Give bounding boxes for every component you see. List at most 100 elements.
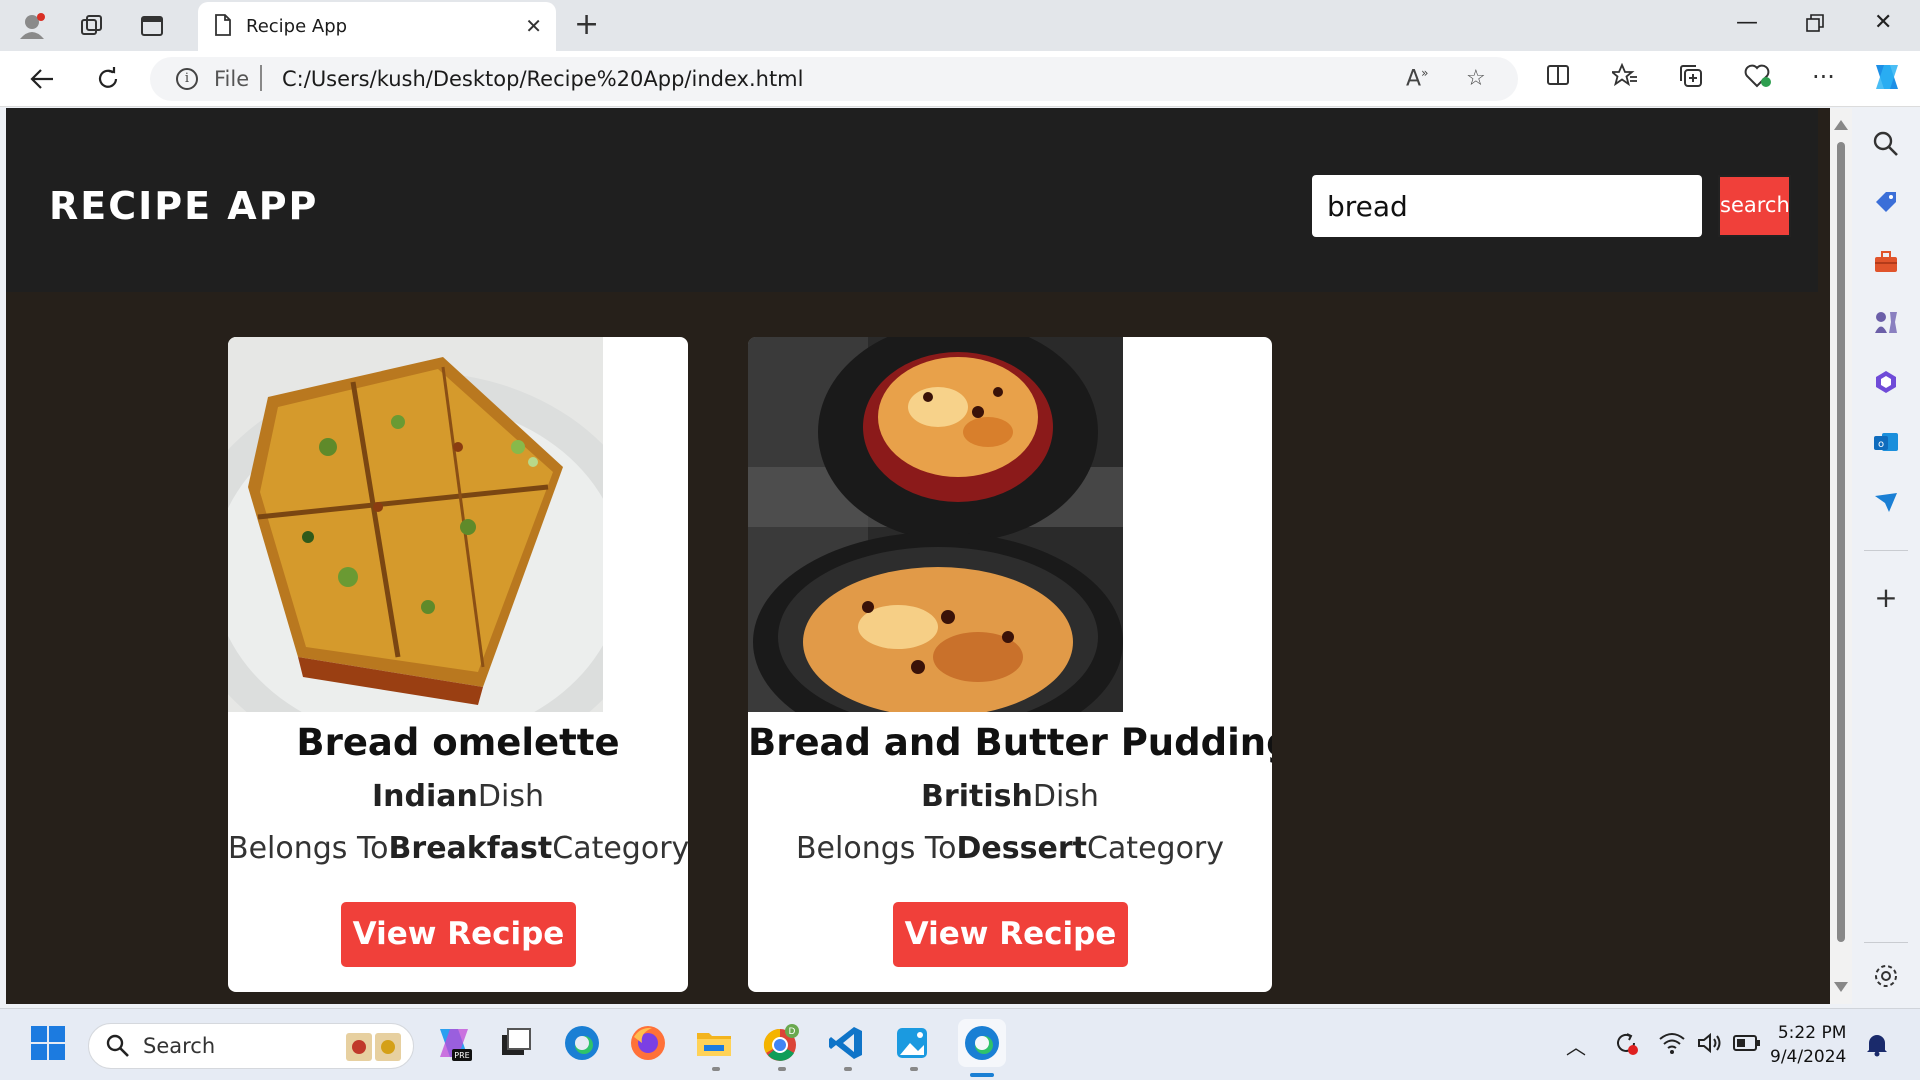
url-scheme-label: File [214, 67, 250, 91]
search-icon[interactable] [1872, 130, 1900, 158]
recipe-area-value: Indian [372, 779, 478, 814]
recipe-category-suffix: Category [1086, 831, 1225, 866]
taskbar: Search PRE D ︿ 5:22 PM 9/4/2024 [0, 1008, 1920, 1080]
scroll-down-arrow-icon[interactable] [1834, 982, 1848, 992]
collections-icon[interactable] [1678, 63, 1704, 95]
recipe-category-suffix: Category [552, 831, 688, 866]
favorites-icon[interactable] [1609, 62, 1638, 93]
edge-active-icon[interactable] [958, 1019, 1006, 1067]
edge-icon[interactable] [562, 1023, 602, 1063]
tab-title: Recipe App [246, 16, 348, 37]
settings-gear-icon[interactable] [1872, 962, 1900, 990]
sync-status-icon[interactable] [1612, 1029, 1640, 1061]
tools-icon[interactable] [1872, 248, 1900, 276]
recipe-area-value: British [921, 779, 1033, 814]
tab-recipe-app[interactable]: Recipe App ✕ [198, 2, 556, 51]
sidebar-divider [1864, 550, 1908, 551]
copilot-icon[interactable] [1870, 61, 1904, 99]
clock-date: 9/4/2024 [1770, 1047, 1847, 1067]
running-indicator [712, 1067, 720, 1071]
tab-strip: Recipe App ✕ + — ✕ [0, 0, 1920, 51]
search-highlight-icon [345, 1031, 403, 1067]
app-title: RECIPE APP [49, 184, 319, 228]
search-input[interactable] [1312, 175, 1702, 237]
recipe-area-suffix: Dish [477, 779, 544, 814]
photos-icon[interactable] [892, 1023, 932, 1063]
recipe-image-bread-and-butter-pudding [748, 337, 1123, 712]
svg-text:D: D [789, 1027, 796, 1037]
copilot-preview-icon[interactable]: PRE [434, 1023, 474, 1063]
tab-actions-icon[interactable] [134, 8, 170, 44]
recipe-area: BritishDish [748, 779, 1272, 814]
split-screen-icon[interactable] [1546, 63, 1570, 93]
recipe-category: Belongs ToDessertCategory [748, 831, 1272, 866]
workspaces-icon[interactable] [74, 8, 110, 44]
outlook-icon[interactable]: o [1872, 428, 1900, 456]
scroll-up-arrow-icon[interactable] [1834, 120, 1848, 130]
read-aloud-icon[interactable]: A» [1406, 66, 1428, 91]
site-info-icon[interactable]: i [176, 68, 198, 90]
address-bar[interactable]: i File C:/Users/kush/Desktop/Recipe%20Ap… [150, 57, 1518, 101]
windows-start-icon[interactable] [28, 1023, 68, 1063]
recipe-category-value: Breakfast [388, 831, 553, 866]
recipe-card: Bread omelette IndianDish Belongs ToBrea… [228, 337, 688, 992]
recipe-category-value: Dessert [956, 831, 1087, 866]
taskbar-search-placeholder: Search [143, 1034, 216, 1058]
edge-sidebar: o + [1852, 108, 1920, 1004]
more-options-icon[interactable]: ··· [1812, 63, 1835, 91]
close-tab-icon[interactable]: ✕ [525, 14, 542, 38]
battery-icon[interactable] [1732, 1033, 1762, 1057]
clock-time: 5:22 PM [1777, 1023, 1847, 1043]
recipe-name: Bread and Butter Pudding [748, 721, 1272, 764]
url-text[interactable]: C:/Users/kush/Desktop/Recipe%20App/index… [282, 67, 803, 91]
page-viewport: RECIPE APP search Bread ome [6, 108, 1830, 1004]
search-button[interactable]: search [1718, 175, 1791, 237]
view-recipe-button[interactable]: View Recipe [341, 902, 576, 967]
microsoft-365-icon[interactable] [1872, 368, 1900, 396]
recipe-category-prefix: Belongs To [228, 831, 389, 866]
chevron-up-icon[interactable]: ︿ [1566, 1031, 1586, 1060]
recipe-name: Bread omelette [296, 721, 620, 764]
system-clock[interactable]: 5:22 PM 9/4/2024 [1770, 1021, 1846, 1069]
vscode-icon[interactable] [826, 1023, 866, 1063]
file-viewer-icon[interactable] [496, 1023, 536, 1063]
scrollbar-thumb[interactable] [1837, 142, 1845, 942]
back-icon[interactable] [24, 61, 60, 97]
active-app-indicator [970, 1073, 994, 1077]
profile-icon[interactable] [14, 8, 50, 44]
recipe-area-suffix: Dish [1032, 779, 1099, 814]
page-scrollbar[interactable] [1830, 108, 1852, 1004]
shopping-tag-icon[interactable] [1872, 188, 1900, 216]
close-window-icon[interactable]: ✕ [1874, 10, 1892, 35]
recipe-category: Belongs ToBreakfastCategory [228, 831, 688, 866]
app-header: RECIPE APP search [6, 108, 1818, 292]
recipe-card: Bread and Butter Pudding BritishDish Bel… [748, 337, 1272, 992]
recipe-area: IndianDish [228, 779, 688, 814]
running-indicator [910, 1067, 918, 1071]
add-icon[interactable]: + [1872, 584, 1900, 612]
taskbar-search[interactable]: Search [88, 1023, 414, 1069]
running-indicator [844, 1067, 852, 1071]
new-tab-icon[interactable]: + [574, 8, 599, 42]
svg-text:o: o [1878, 439, 1884, 450]
svg-text:PRE: PRE [454, 1051, 469, 1060]
recipe-category-prefix: Belongs To [795, 831, 957, 866]
notification-bell-icon[interactable] [1864, 1031, 1890, 1061]
chrome-icon[interactable]: D [760, 1023, 800, 1063]
sidebar-divider [1864, 942, 1908, 943]
url-separator [260, 65, 262, 91]
recipe-image-bread-omelette [228, 337, 603, 712]
browser-essentials-icon[interactable] [1744, 63, 1772, 95]
send-icon[interactable] [1872, 488, 1900, 516]
volume-icon[interactable] [1696, 1031, 1724, 1059]
refresh-icon[interactable] [90, 61, 126, 97]
view-recipe-button[interactable]: View Recipe [893, 902, 1128, 967]
file-explorer-icon[interactable] [694, 1023, 734, 1063]
minimize-icon[interactable]: — [1736, 10, 1758, 35]
restore-icon[interactable] [1806, 10, 1824, 38]
firefox-icon[interactable] [628, 1023, 668, 1063]
wifi-icon[interactable] [1658, 1031, 1686, 1059]
favorite-star-icon[interactable]: ☆ [1466, 66, 1486, 91]
games-icon[interactable] [1872, 308, 1900, 336]
navigation-bar: i File C:/Users/kush/Desktop/Recipe%20Ap… [0, 51, 1920, 107]
